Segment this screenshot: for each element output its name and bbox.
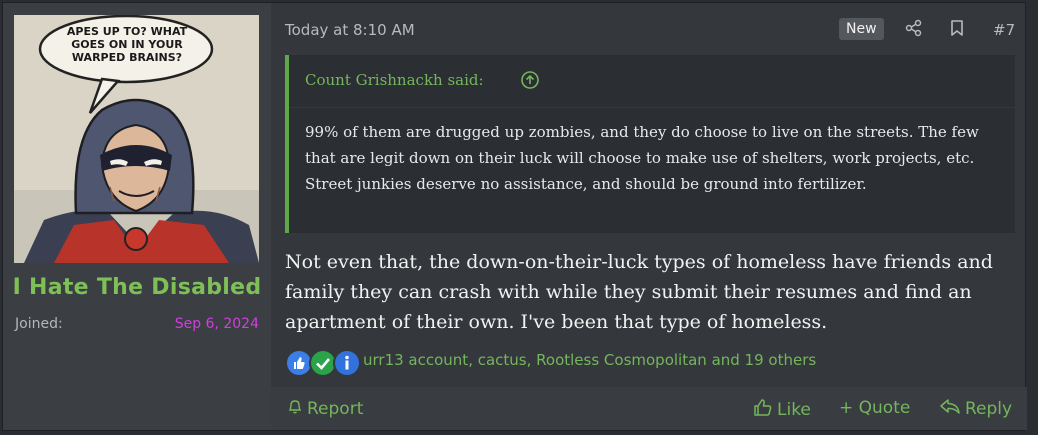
avatar-caption: APES UP TO? WHAT GOES ON IN YOUR WARPED … <box>66 25 188 64</box>
like-button[interactable]: Like <box>753 398 811 422</box>
report-label: Report <box>307 399 364 419</box>
report-button[interactable]: Report <box>287 398 363 420</box>
reply-icon <box>939 398 961 420</box>
bell-icon <box>287 398 303 420</box>
user-avatar[interactable]: APES UP TO? WHAT GOES ON IN YOUR WARPED … <box>14 15 259 263</box>
user-panel: APES UP TO? WHAT GOES ON IN YOUR WARPED … <box>3 3 271 430</box>
forum-post: APES UP TO? WHAT GOES ON IN YOUR WARPED … <box>2 2 1027 431</box>
reaction-users[interactable]: urr13 account, cactus, Rootless Cosmopol… <box>363 351 816 369</box>
joined-date: Sep 6, 2024 <box>174 316 259 332</box>
post-footer: Report Like + Quote Reply <box>271 387 1027 430</box>
quote-text: 99% of them are drugged up zombies, and … <box>305 123 979 193</box>
reply-label: Reply <box>965 399 1013 419</box>
quote-button[interactable]: + Quote <box>839 398 910 418</box>
bookmark-icon[interactable] <box>949 19 965 41</box>
quote-author[interactable]: Count Grishnackh said: <box>305 71 484 89</box>
quote-label: + Quote <box>839 398 911 418</box>
post-body: Not even that, the down-on-their-luck ty… <box>285 251 993 333</box>
post-date[interactable]: Today at 8:10 AM <box>285 21 415 39</box>
like-label: Like <box>777 400 811 420</box>
arrow-up-circle-icon[interactable] <box>520 70 540 94</box>
joined-label: Joined: <box>15 316 63 332</box>
share-icon[interactable] <box>905 19 923 41</box>
informative-icon <box>333 349 361 377</box>
quote-block: Count Grishnackh said: 99% of them are d… <box>285 55 1015 233</box>
reply-button[interactable]: Reply <box>939 398 1012 420</box>
new-badge: New <box>839 18 884 40</box>
post-main: Today at 8:10 AM New #7 Count Grishnackh… <box>271 3 1027 430</box>
quote-header: Count Grishnackh said: <box>289 55 1015 108</box>
post-number[interactable]: #7 <box>993 21 1015 39</box>
username[interactable]: I Hate The Disabled <box>3 275 271 300</box>
thumbs-up-icon <box>753 398 773 422</box>
